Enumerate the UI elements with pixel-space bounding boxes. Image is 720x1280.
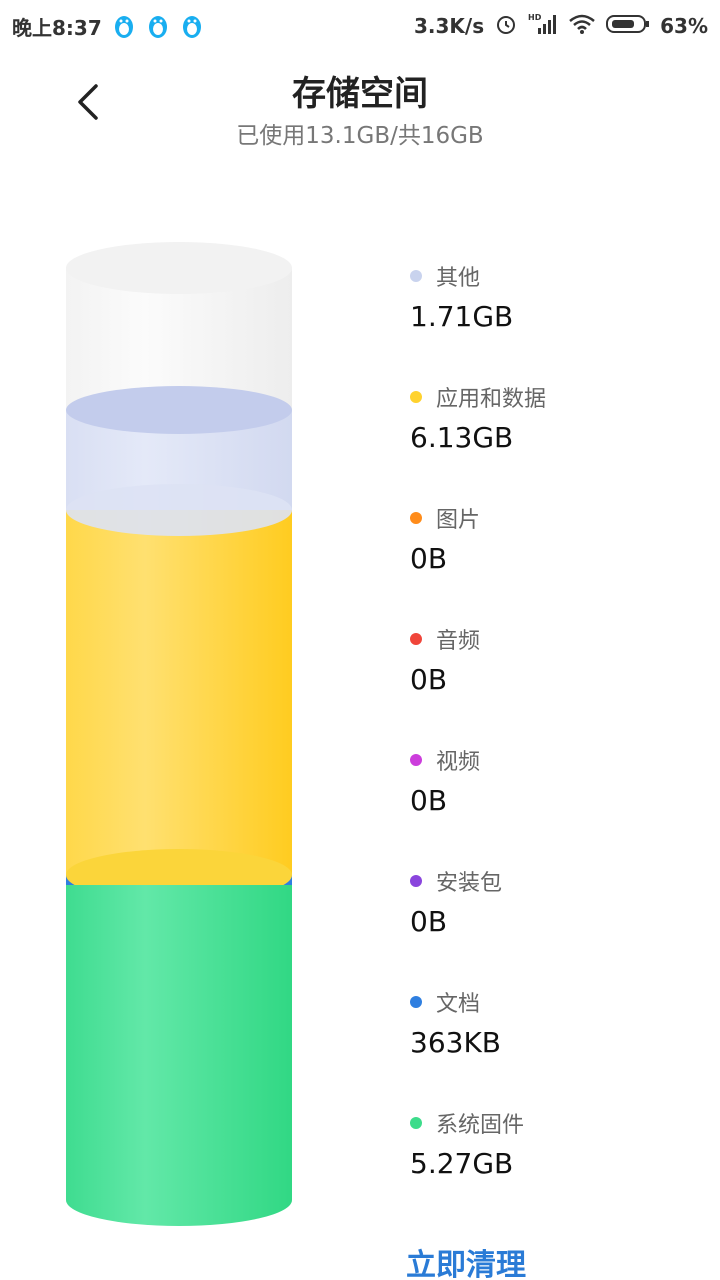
legend-value: 0B (410, 784, 448, 817)
legend-item-apps-data[interactable]: 应用和数据 6.13GB (410, 383, 700, 504)
status-bar: 晚上8:37 3.3K/s HD 63% (0, 0, 720, 52)
legend-item-packages[interactable]: 安装包 0B (410, 867, 700, 988)
legend-label: 视频 (436, 750, 481, 775)
legend-label: 其他 (436, 266, 481, 291)
legend-item-other[interactable]: 其他 1.71GB (410, 262, 700, 383)
qq-penguin-icon (146, 13, 170, 39)
legend-item-system[interactable]: 系统固件 5.27GB (410, 1109, 700, 1230)
battery-icon (606, 13, 650, 40)
storage-usage-summary: 已使用13.1GB/共16GB (236, 123, 484, 149)
legend-label: 图片 (436, 508, 481, 533)
storage-cylinder (66, 240, 292, 1230)
legend-item-images[interactable]: 图片 0B (410, 504, 700, 625)
legend-label: 安装包 (436, 871, 503, 896)
alarm-icon (494, 12, 518, 41)
page-title: 存储空间 (292, 74, 428, 114)
legend-label: 应用和数据 (436, 387, 547, 412)
legend-item-video[interactable]: 视频 0B (410, 746, 700, 867)
legend-value: 363KB (410, 1026, 502, 1059)
legend-dot (410, 875, 422, 887)
wifi-icon (568, 13, 596, 40)
legend-dot (410, 754, 422, 766)
legend-value: 0B (410, 542, 448, 575)
legend-dot (410, 270, 422, 282)
legend-value: 6.13GB (410, 421, 514, 454)
network-speed: 3.3K/s (413, 14, 485, 38)
legend-value: 0B (410, 663, 448, 696)
battery-percent: 63% (660, 14, 708, 38)
legend-label: 系统固件 (436, 1113, 525, 1138)
legend-value: 1.71GB (410, 300, 514, 333)
legend-dot (410, 391, 422, 403)
clean-now-button[interactable]: 立即清理 (406, 1240, 526, 1280)
hd-signal-icon: HD (528, 12, 558, 41)
storage-screen: 晚上8:37 3.3K/s HD 63% 存储空间 已使用13.1GB/共16G… (0, 0, 720, 1280)
legend-dot (410, 633, 422, 645)
legend-dot (410, 512, 422, 524)
legend-dot (410, 1117, 422, 1129)
legend-item-documents[interactable]: 文档 363KB (410, 988, 700, 1109)
legend-dot (410, 996, 422, 1008)
qq-penguin-icon (112, 13, 136, 39)
status-time: 晚上8:37 (12, 15, 102, 40)
legend-item-audio[interactable]: 音频 0B (410, 625, 700, 746)
qq-penguin-icon (180, 13, 204, 39)
legend-label: 文档 (436, 992, 481, 1017)
storage-legend: 其他 1.71GB 应用和数据 6.13GB 图片 0B 音频 0B 视频 0B… (410, 262, 700, 1230)
legend-value: 5.27GB (410, 1147, 514, 1180)
legend-label: 音频 (436, 629, 481, 654)
svg-text:HD: HD (528, 13, 542, 22)
legend-value: 0B (410, 905, 448, 938)
